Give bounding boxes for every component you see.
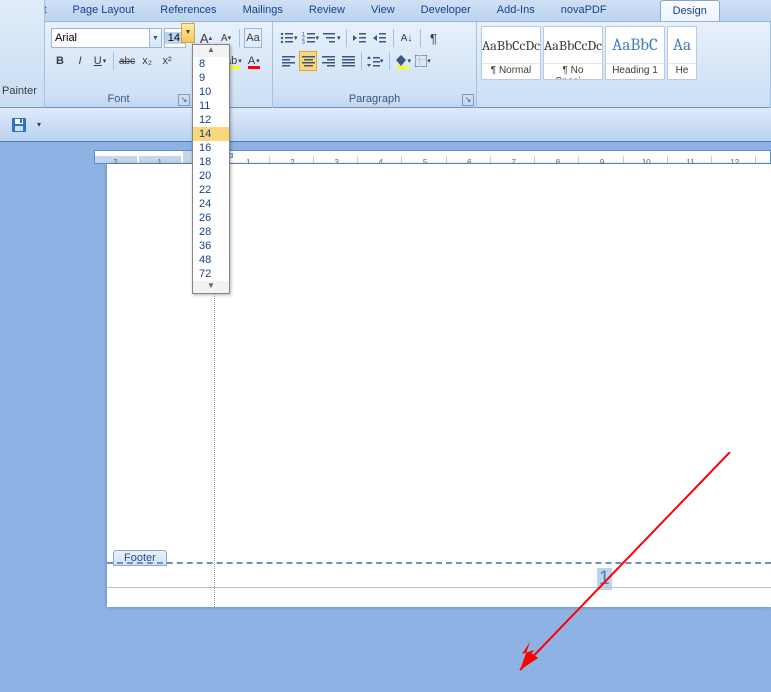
numbering-button[interactable]: 123▾ bbox=[301, 28, 321, 48]
font-size-option-selected[interactable]: 14 bbox=[193, 127, 229, 141]
font-group-label: Font bbox=[45, 93, 192, 107]
paragraph-group-label: Paragraph bbox=[273, 93, 476, 107]
font-size-option[interactable]: 12 bbox=[193, 113, 229, 127]
italic-button[interactable]: I bbox=[71, 51, 89, 71]
paragraph-group: ▾ 123▾ ▾ A↓ ¶ ▾ bbox=[273, 22, 477, 108]
underline-button[interactable]: U▾ bbox=[91, 51, 109, 71]
font-color-button[interactable]: A▾ bbox=[245, 51, 263, 71]
sort-button[interactable]: A↓ bbox=[398, 28, 416, 48]
paragraph-group-launcher[interactable]: ↘ bbox=[462, 94, 474, 106]
subscript-button[interactable]: x₂ bbox=[138, 51, 156, 71]
font-name-dropdown-icon[interactable]: ▼ bbox=[149, 29, 161, 47]
font-size-option[interactable]: 20 bbox=[193, 169, 229, 183]
document-area: 2 1 1 2 3 4 5 6 7 8 9 10 11 12 Footer 1 bbox=[0, 142, 771, 607]
format-painter-label: Painter bbox=[2, 85, 37, 97]
font-size-option[interactable]: 26 bbox=[193, 211, 229, 225]
page-bottom-edge bbox=[107, 587, 771, 588]
qat-dropdown-icon[interactable]: ▾ bbox=[30, 114, 48, 136]
tab-view[interactable]: View bbox=[358, 0, 408, 21]
font-size-option[interactable]: 22 bbox=[193, 183, 229, 197]
tab-references[interactable]: References bbox=[147, 0, 229, 21]
font-name-input[interactable] bbox=[52, 32, 149, 44]
font-size-option[interactable]: 18 bbox=[193, 155, 229, 169]
font-size-option[interactable]: 36 bbox=[193, 239, 229, 253]
font-size-option[interactable]: 24 bbox=[193, 197, 229, 211]
align-center-button[interactable] bbox=[299, 51, 317, 71]
font-size-dropdown-toggle[interactable]: ▼ bbox=[181, 23, 195, 43]
ribbon-tabs: Insert Page Layout References Mailings R… bbox=[0, 0, 771, 22]
shading-button[interactable]: ▾ bbox=[394, 51, 413, 71]
bold-button[interactable]: B bbox=[51, 51, 69, 71]
font-size-option[interactable]: 72 bbox=[193, 267, 229, 281]
justify-button[interactable] bbox=[339, 51, 357, 71]
dropdown-scroll-down-icon[interactable]: ▼ bbox=[193, 281, 229, 293]
clipboard-group-partial: Painter bbox=[0, 0, 45, 108]
font-name-combo[interactable]: ▼ bbox=[51, 28, 162, 48]
superscript-button[interactable]: x² bbox=[158, 51, 176, 71]
strikethrough-button[interactable]: abc bbox=[118, 51, 136, 71]
font-size-option-list: 8 9 10 11 12 14 16 18 20 22 24 26 28 36 … bbox=[193, 57, 229, 281]
font-size-option[interactable]: 10 bbox=[193, 85, 229, 99]
tab-page-layout[interactable]: Page Layout bbox=[60, 0, 148, 21]
font-size-option[interactable]: 48 bbox=[193, 253, 229, 267]
footer-divider bbox=[107, 562, 771, 564]
line-spacing-button[interactable]: ▾ bbox=[366, 51, 385, 71]
align-right-button[interactable] bbox=[319, 51, 337, 71]
font-size-option[interactable]: 9 bbox=[193, 71, 229, 85]
styles-group: AaBbCcDc¶ Normal AaBbCcDc¶ No Spaci… AaB… bbox=[477, 22, 771, 108]
multilevel-list-button[interactable]: ▾ bbox=[322, 28, 342, 48]
increase-indent-button[interactable] bbox=[371, 28, 389, 48]
tab-novapdf[interactable]: novaPDF bbox=[548, 0, 620, 21]
font-size-dropdown[interactable]: ▼ ▲ 8 9 10 11 12 14 16 18 20 22 24 26 28… bbox=[192, 44, 230, 294]
font-group: ▼ B I U▾ abc x₂ x² Font ↘ bbox=[45, 22, 193, 108]
style-no-spacing[interactable]: AaBbCcDc¶ No Spaci… bbox=[543, 26, 603, 80]
tab-review[interactable]: Review bbox=[296, 0, 358, 21]
show-marks-button[interactable]: ¶ bbox=[425, 28, 443, 48]
tab-developer[interactable]: Developer bbox=[408, 0, 484, 21]
clear-format-button[interactable]: Aa bbox=[244, 28, 262, 48]
tab-addins[interactable]: Add-Ins bbox=[484, 0, 548, 21]
svg-text:3: 3 bbox=[302, 40, 305, 44]
bullets-button[interactable]: ▾ bbox=[279, 28, 299, 48]
save-button[interactable] bbox=[8, 114, 30, 136]
font-group-launcher[interactable]: ↘ bbox=[178, 94, 190, 106]
decrease-indent-button[interactable] bbox=[351, 28, 369, 48]
style-heading1[interactable]: AaBbCHeading 1 bbox=[605, 26, 665, 80]
borders-button[interactable]: ▾ bbox=[414, 51, 432, 71]
style-heading2-partial[interactable]: AaHe bbox=[667, 26, 697, 80]
style-normal[interactable]: AaBbCcDc¶ Normal bbox=[481, 26, 541, 80]
ribbon: ▼ B I U▾ abc x₂ x² Font ↘ A▴ A▾ Aa A▾ bbox=[45, 22, 771, 108]
tab-mailings[interactable]: Mailings bbox=[230, 0, 296, 21]
tab-design[interactable]: Design bbox=[660, 0, 720, 21]
font-size-option[interactable]: 8 bbox=[193, 57, 229, 71]
font-size-option[interactable]: 16 bbox=[193, 141, 229, 155]
quick-access-toolbar: ▾ bbox=[0, 108, 771, 142]
font-size-option[interactable]: 28 bbox=[193, 225, 229, 239]
align-left-button[interactable] bbox=[279, 51, 297, 71]
dropdown-scroll-up-icon[interactable]: ▲ bbox=[193, 45, 229, 57]
font-size-option[interactable]: 11 bbox=[193, 99, 229, 113]
